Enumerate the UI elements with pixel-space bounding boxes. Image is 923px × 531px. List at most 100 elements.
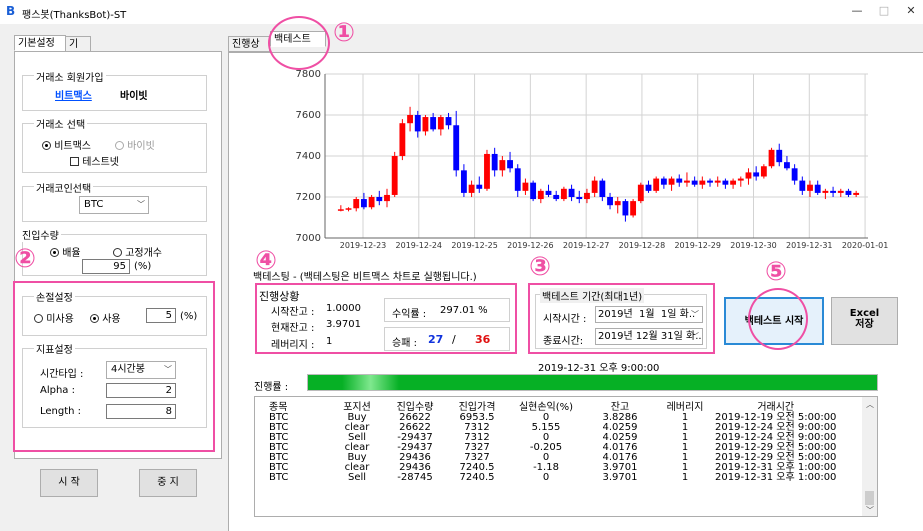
annotation-circle-1	[268, 16, 330, 70]
candle-body	[830, 190, 837, 193]
chevron-up-icon[interactable]: ︿	[866, 399, 874, 410]
current-balance-value: 3.9701	[326, 319, 361, 330]
y-tick-label: 7400	[296, 151, 321, 162]
chevron-down-icon: ﹀	[691, 332, 699, 341]
candle-body	[784, 162, 790, 169]
trade-log-scrollbar[interactable]: ︿ ﹀	[862, 397, 877, 516]
testnet-checkbox[interactable]: 테스트넷	[70, 153, 119, 168]
candle-body	[484, 153, 490, 189]
minimize-icon[interactable]: —	[849, 4, 865, 18]
start-button[interactable]: 시 작	[40, 469, 98, 497]
excel-save-button[interactable]: Excel 저장	[831, 297, 898, 345]
stoploss-unit: (%)	[180, 311, 198, 322]
candle-body	[614, 201, 621, 206]
table-cell: 3.9701	[602, 472, 638, 483]
excel-save-label-2: 저장	[855, 319, 874, 330]
close-icon[interactable]: ✕	[903, 4, 919, 18]
table-row[interactable]: BTC Sell -28745 7240.5 0 3.9701 1 2019-12-31 오후…	[269, 473, 836, 483]
candle-body	[468, 184, 475, 193]
scrollbar-thumb[interactable]	[865, 491, 874, 505]
y-tick-label: 7800	[296, 69, 321, 80]
winloss-label: 승패 :	[392, 338, 417, 349]
alpha-label: Alpha :	[40, 385, 75, 396]
length-label: Length :	[40, 406, 82, 417]
progress-bar	[307, 374, 878, 391]
candle-body	[530, 182, 537, 200]
testnet-check-box[interactable]	[70, 157, 79, 166]
tab-basic-settings[interactable]: 기본설정	[14, 35, 66, 51]
candle-body	[645, 184, 652, 191]
table-cell: Sell	[347, 472, 367, 483]
candle-body	[791, 168, 798, 181]
radio-stoploss-off-dot[interactable]	[34, 314, 43, 323]
backtest-note: 백테스팅 - (백테스팅은 비트맥스 차트로 실행됩니다.)	[253, 272, 477, 283]
candle-body	[691, 180, 698, 185]
candle-body	[353, 199, 360, 209]
candle-body	[660, 178, 667, 185]
candle-body	[437, 117, 444, 130]
x-tick-label: 2019-12-28	[619, 241, 666, 250]
x-tick-label: 2019-12-31	[786, 241, 833, 250]
candle-body	[807, 184, 813, 191]
stop-button[interactable]: 중 지	[139, 469, 197, 497]
leverage-label: 레버리지 :	[271, 340, 315, 351]
radio-bybit-dot[interactable]	[115, 141, 124, 150]
progress-label: 진행률 :	[254, 382, 289, 393]
radio-fixed-count[interactable]: 고정개수	[113, 244, 162, 259]
tab-etc[interactable]: 기타	[65, 36, 91, 66]
radio-stoploss-on[interactable]: 사용	[90, 310, 121, 325]
bybit-signup-link[interactable]: 바이빗	[120, 87, 148, 102]
candle-body	[822, 190, 829, 193]
radio-multiplier[interactable]: 배율	[50, 244, 81, 259]
candle-body	[653, 178, 660, 191]
candle-body	[722, 180, 729, 185]
chevron-down-icon[interactable]: ﹀	[866, 505, 874, 516]
trade-log-list[interactable]: 종목 포지션 진입수량 진입가격 실현손익(%) 잔고 레버리지 거래시간 BTC Buy 2662…	[254, 396, 878, 517]
candle-body	[637, 184, 644, 202]
entry-qty-unit: (%)	[134, 261, 152, 272]
period-start-picker[interactable]: 2019년 1월 1일 화.. ﹀	[595, 306, 703, 323]
time-type-dropdown[interactable]: 4시간봉 ﹀	[106, 361, 176, 379]
candle-body	[460, 170, 467, 193]
radio-stoploss-on-dot[interactable]	[90, 314, 99, 323]
candle-body	[576, 197, 583, 200]
length-input[interactable]: 8	[106, 404, 176, 419]
period-end-picker[interactable]: 2019년 12월 31일 화.. ﹀	[595, 328, 703, 345]
radio-bitmex-dot[interactable]	[42, 141, 51, 150]
candle-body	[707, 180, 713, 183]
candle-body	[814, 184, 821, 193]
tab-progress[interactable]: 진행상황	[228, 36, 270, 66]
radio-fixed-count-dot[interactable]	[113, 248, 122, 257]
candle-body	[407, 115, 413, 124]
candle-body	[599, 180, 606, 197]
radio-multiplier-label: 배율	[62, 248, 81, 259]
start-balance-label: 시작잔고 :	[271, 307, 315, 318]
alpha-input[interactable]: 2	[106, 383, 176, 398]
table-cell: 1	[681, 472, 689, 483]
maximize-icon[interactable]: □	[876, 4, 892, 18]
candle-body	[630, 201, 637, 216]
candle-body	[760, 166, 767, 177]
candle-body	[453, 125, 460, 171]
table-cell: 2019-12-31 오후 1:00:00	[715, 472, 837, 483]
radio-bitmex[interactable]: 비트맥스	[42, 137, 91, 152]
candle-body	[337, 209, 344, 211]
candle-body	[584, 192, 590, 200]
window-title: 팽스봇(ThanksBot)-ST	[22, 10, 127, 21]
coin-select-value: BTC	[84, 199, 104, 210]
radio-multiplier-dot[interactable]	[50, 248, 59, 257]
entry-qty-title: 진입수량	[20, 227, 61, 242]
bitmex-signup-link[interactable]: 비트맥스	[55, 87, 92, 102]
y-tick-label: 7600	[296, 110, 321, 121]
annotation-number-1: ①	[333, 18, 356, 48]
radio-bybit[interactable]: 바이빗	[115, 137, 155, 152]
coin-select-title: 거래코인선택	[34, 180, 94, 195]
stoploss-input[interactable]: 5	[146, 308, 176, 323]
start-balance-value: 1.0000	[326, 303, 361, 314]
x-tick-label: 2019-12-24	[396, 241, 443, 250]
progress-box-title: 진행상황	[259, 290, 300, 303]
radio-stoploss-off[interactable]: 미사용	[34, 310, 74, 325]
coin-select-dropdown[interactable]: BTC ﹀	[79, 196, 149, 214]
entry-qty-input[interactable]: 95	[82, 259, 130, 274]
winloss-slash: /	[452, 333, 456, 346]
